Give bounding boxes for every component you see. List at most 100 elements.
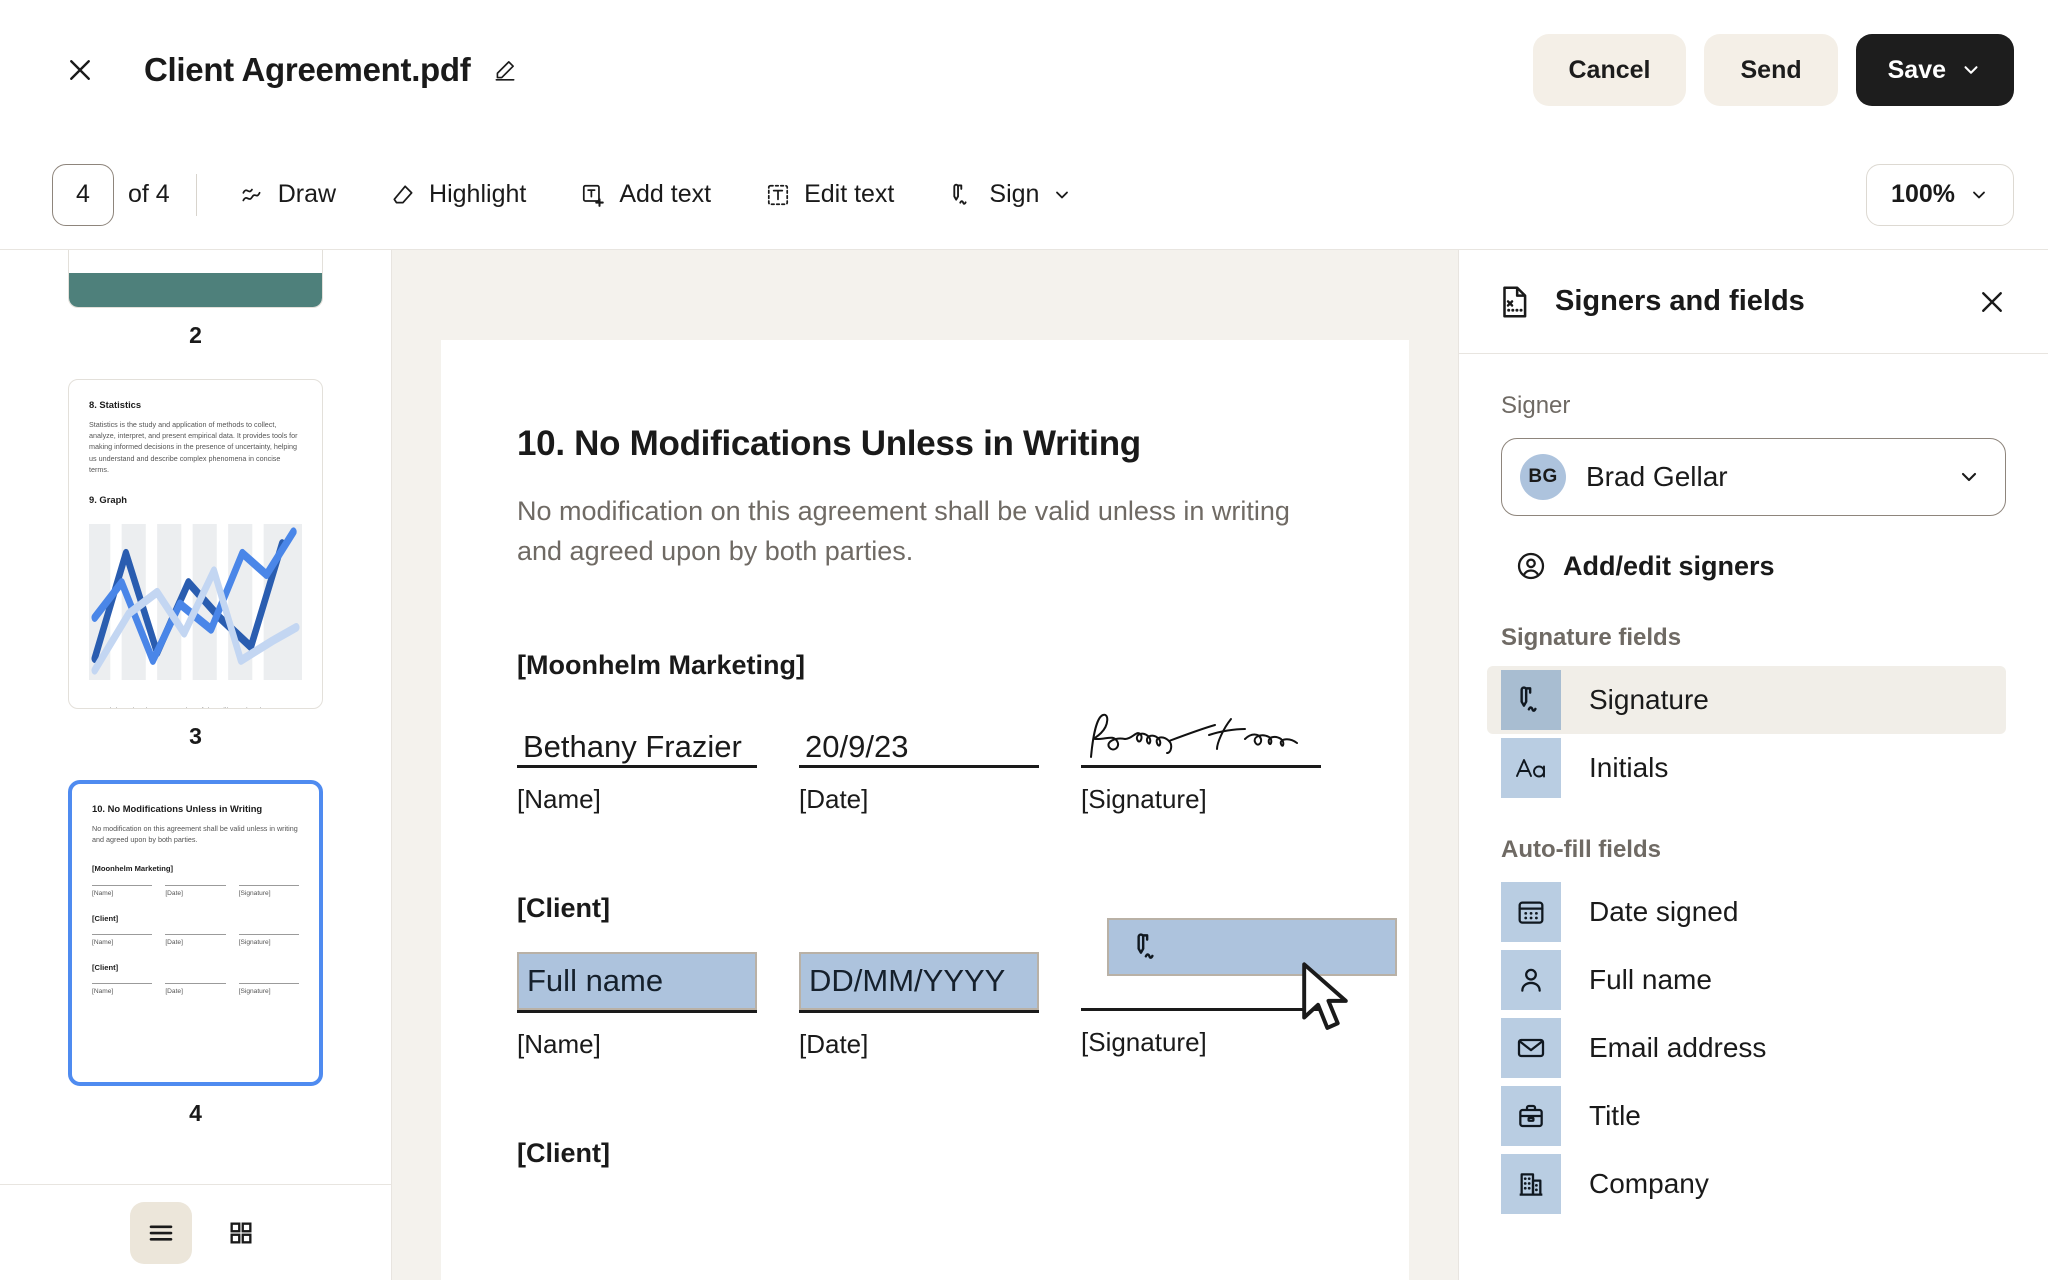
field-item-email-address[interactable]: Email address [1487,1014,2006,1082]
client-date-field[interactable]: DD/MM/YYYY [Date] [799,951,1039,1060]
thumbnail-view-toggle-bar [0,1184,391,1280]
company-field-tile [1501,1154,1561,1214]
field-item-signature[interactable]: Signature [1487,666,2006,734]
tool-add-text[interactable]: Add text [564,164,727,226]
client-date-label: [Date] [799,1028,869,1059]
add-edit-signers-button[interactable]: Add/edit signers [1515,542,1775,590]
sign-icon [953,183,967,205]
draw-icon [242,188,261,201]
tool-sign-label: Sign [989,180,1040,208]
thumb3-heading-graph: 9. Graph [89,493,128,505]
thumb4-fields-row-1: [Name] [Date] [Signature] [92,884,299,899]
tool-edit-text[interactable]: Edit text [749,164,910,226]
party-label-vendor: [Moonhelm Marketing] [517,649,805,680]
signature-field-tile [1501,670,1561,730]
close-icon [1982,291,2002,312]
edit-text-icon [767,184,789,205]
thumb4-label-signature: [Signature] [238,889,271,897]
thumb4-heading: 10. No Modifications Unless in Writing [92,803,263,814]
thumbnail-page-2-preview [68,250,323,308]
pencil-icon [495,61,515,81]
thumb4-line [238,884,299,886]
panel-body: Signer BG Brad Gellar Add/edit signers S [1459,354,2048,1280]
briefcase-icon [1519,1104,1543,1128]
thumb4-label-date: [Date] [165,889,183,897]
field-item-full-name[interactable]: Full name [1487,946,2006,1014]
thumb4-label-name: [Name] [92,939,114,947]
sign-icon [1137,933,1154,959]
save-button[interactable]: Save [1855,34,2014,106]
building-icon [1519,1173,1543,1196]
tool-sign[interactable]: Sign [932,164,1088,226]
thumb4-fields-row-2: [Name] [Date] [Signature] [92,934,299,948]
thumb3-line-chart [89,524,302,680]
grid-view-button[interactable] [210,1202,272,1264]
autofill-fields-group-label: Auto-fill fields [1501,836,1661,863]
zoom-control[interactable]: 100% [1866,163,2014,226]
thumb4-line [92,934,153,936]
client-signature-field[interactable]: [Signature] [1081,917,1397,1060]
field-item-company-label: Company [1589,1168,1709,1199]
thumb4-line [165,884,226,886]
signature-fields-group-label: Signature fields [1501,624,1682,651]
tool-highlight[interactable]: Highlight [374,164,542,226]
thumbnail-page-2-number: 2 [189,322,202,348]
vendor-signature-underline [1081,764,1321,768]
close-document-button[interactable] [52,42,108,98]
highlighter-icon [393,184,413,203]
initials-icon [1516,759,1545,778]
thumbnail-page-4[interactable]: 10. No Modifications Unless in Writing N… [68,780,323,1149]
list-view-icon [149,1224,173,1241]
vendor-name-field: Bethany Frazier [Name] [517,709,757,815]
title-field-tile [1501,1086,1561,1146]
client-name-field[interactable]: Full name [Name] [517,951,757,1060]
panel-title: Signers and fields [1555,285,1805,317]
thumb4-party-client-1: [Client] [92,913,119,923]
document-canvas[interactable]: 10. No Modifications Unless in Writing N… [392,250,1458,1280]
field-item-date-signed[interactable]: Date signed [1487,878,2006,946]
thumbnail-rail: 2 8. Statistics Statistics is the study … [0,250,392,1280]
chevron-down-icon [1973,191,1985,198]
thumbnail-scroll-area[interactable]: 2 8. Statistics Statistics is the study … [0,250,391,1184]
thumbnail-page-4-preview: 10. No Modifications Unless in Writing N… [68,780,323,1086]
thumb3-caption-graph: A graph is a visual representation of da… [89,705,302,708]
thumbnail-page-4-number: 4 [189,1100,202,1126]
signer-select[interactable]: BG Brad Gellar [1501,438,2006,516]
document-section-title: 10. No Modifications Unless in Writing [517,424,1141,463]
panel-header: Signers and fields [1459,250,2048,354]
list-view-button[interactable] [130,1201,192,1264]
chevron-down-icon [1964,66,1978,74]
page-number-input[interactable]: 4 [52,163,114,226]
person-icon [1521,968,1541,992]
field-item-company[interactable]: Company [1487,1150,2006,1218]
thumbnail-page-2[interactable]: 2 [68,250,323,371]
send-button[interactable]: Send [1704,34,1838,106]
top-bar: Client Agreement.pdf Cancel Send Save [0,0,2048,140]
vendor-date-underline [799,764,1039,768]
client-fields-row: Full name [Name] DD/MM/YYYY [Date] [Sign… [517,917,1397,1060]
add-edit-signers-label: Add/edit signers [1563,550,1775,581]
signer-name: Brad Gellar [1586,461,1728,492]
thumb4-label-date: [Date] [165,988,183,996]
tool-draw[interactable]: Draw [223,164,352,226]
calendar-icon [1518,901,1544,924]
signer-section-label: Signer [1501,392,1571,419]
panel-close-button[interactable] [1966,276,2018,328]
document-title: Client Agreement.pdf [144,51,471,88]
thumbnail-page-3[interactable]: 8. Statistics Statistics is the study an… [68,379,323,772]
field-item-initials[interactable]: Initials [1487,734,2006,802]
field-item-title[interactable]: Title [1487,1082,2006,1150]
document-paragraph: No modification on this agreement shall … [517,496,1290,566]
cancel-button[interactable]: Cancel [1532,34,1687,106]
field-item-initials-label: Initials [1589,752,1669,783]
client-full-name-chip[interactable]: Full name [517,951,757,1010]
thumb4-field-name-2: [Name] [92,934,153,948]
thumb4-label-signature: [Signature] [238,939,271,947]
thumbnail-list: 2 8. Statistics Statistics is the study … [0,250,391,1157]
document-page[interactable]: 10. No Modifications Unless in Writing N… [441,340,1409,1280]
edit-title-button[interactable] [486,51,524,89]
dragged-signature-field[interactable] [1107,917,1397,976]
thumb4-line [165,983,226,985]
email-address-field-tile [1501,1018,1561,1078]
client-date-chip[interactable]: DD/MM/YYYY [799,951,1039,1010]
